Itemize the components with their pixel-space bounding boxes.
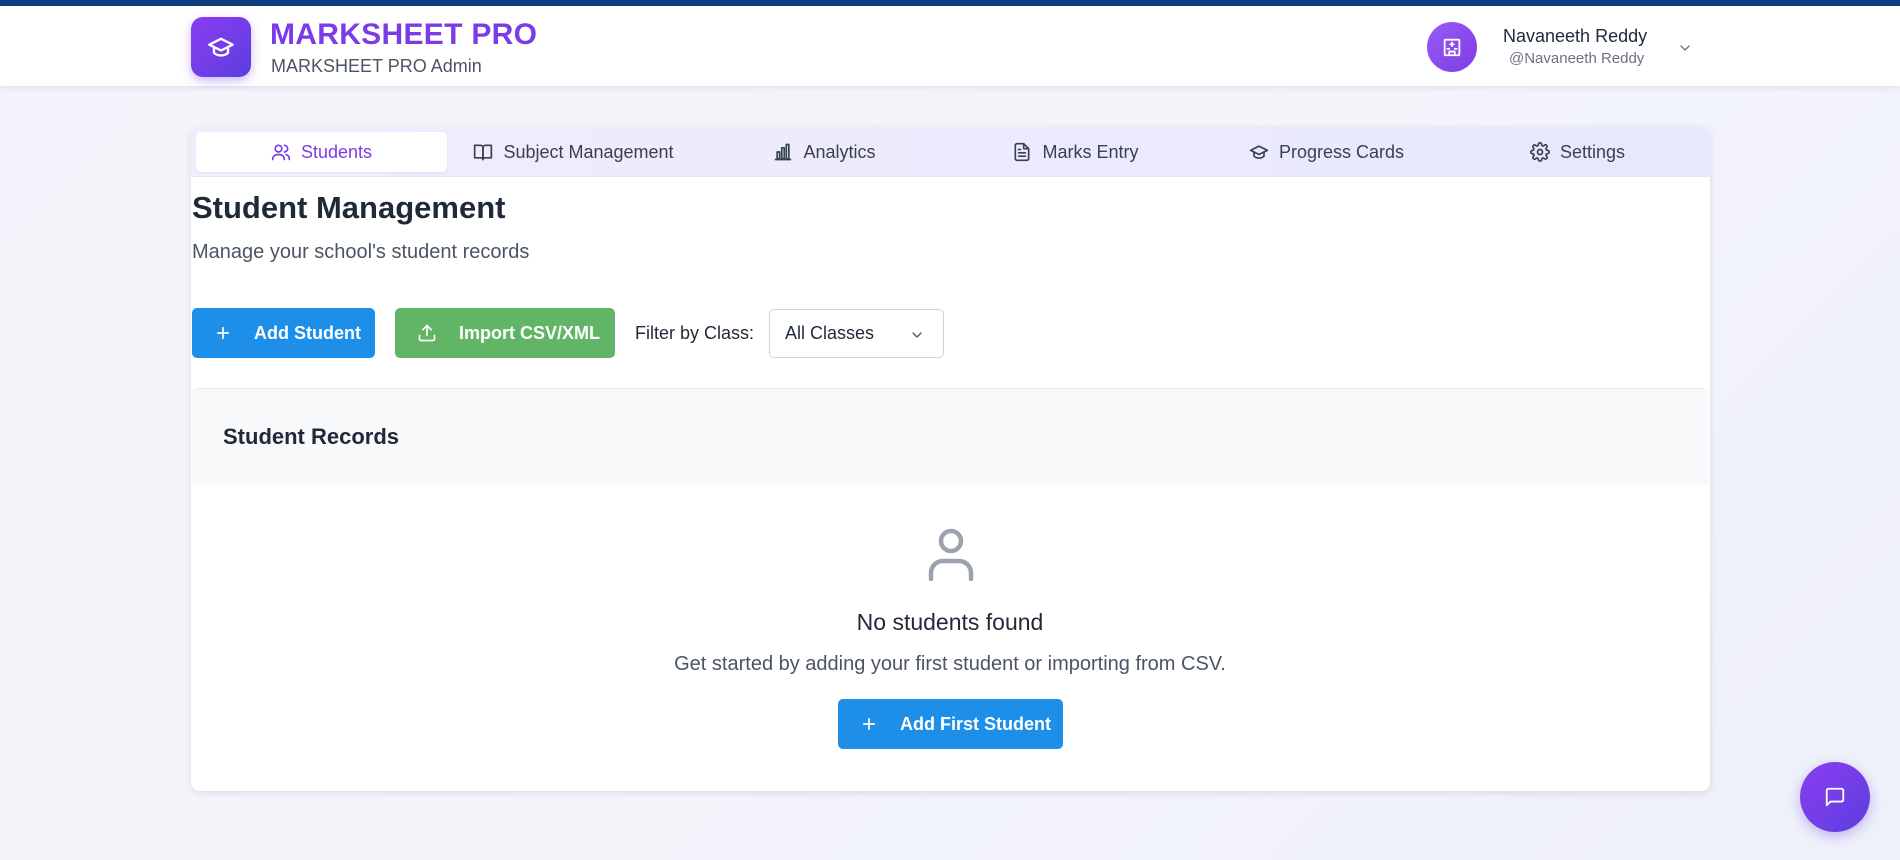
page-title: Student Management (192, 190, 506, 225)
page-subtitle: Manage your school's student records (192, 241, 530, 263)
records-title: Student Records (223, 424, 400, 449)
records-header (192, 389, 1709, 485)
chat-icon (1825, 787, 1845, 807)
chevron-down-icon (909, 327, 925, 343)
book-open-icon (474, 144, 493, 161)
plus-icon (216, 326, 230, 340)
tab-label: Subject Management (503, 141, 674, 162)
user-handle: @Navaneeth Reddy (1509, 50, 1645, 67)
gear-icon (1530, 142, 1550, 162)
bar-chart-icon (775, 143, 792, 161)
add-student-button[interactable]: Add Student (192, 308, 375, 358)
brand-subtitle: MARKSHEET PRO Admin (271, 56, 482, 76)
avatar[interactable] (1427, 22, 1477, 72)
add-first-student-label: Add First Student (900, 713, 1051, 734)
app-logo[interactable] (191, 17, 251, 77)
tab-marks-entry[interactable]: Marks Entry (950, 132, 1201, 172)
tab-label: Analytics (803, 141, 876, 162)
add-first-student-button[interactable]: Add First Student (838, 699, 1063, 749)
chat-button[interactable] (1800, 762, 1870, 832)
tab-settings[interactable]: Settings (1452, 132, 1703, 172)
graduation-cap-icon (1249, 145, 1269, 159)
plus-icon (862, 717, 876, 731)
tab-analytics[interactable]: Analytics (699, 132, 950, 172)
import-csv-button[interactable]: Import CSV/XML (395, 308, 615, 358)
chevron-down-icon (1680, 45, 1690, 51)
class-filter-value: All Classes (785, 323, 875, 343)
import-csv-label: Import CSV/XML (459, 322, 601, 343)
tab-bar: Students Subject Management Analytics Ma… (191, 127, 1710, 177)
upload-icon (418, 324, 436, 342)
tab-students[interactable]: Students (196, 132, 447, 172)
add-student-label: Add Student (254, 322, 361, 343)
filter-label: Filter by Class: (635, 323, 755, 343)
tab-label: Settings (1559, 141, 1626, 162)
empty-state-title: No students found (856, 609, 1044, 635)
user-name[interactable]: Navaneeth Reddy (1503, 26, 1647, 47)
class-filter-select[interactable]: All Classes (769, 309, 944, 358)
empty-state-subtitle: Get started by adding your first student… (674, 653, 1226, 675)
app-header: MARKSHEET PRO MARKSHEET PRO Admin Navane… (0, 6, 1900, 86)
tab-progress-cards[interactable]: Progress Cards (1201, 132, 1452, 172)
school-building-icon (1443, 38, 1461, 57)
tab-label: Marks Entry (1042, 141, 1139, 162)
user-icon (925, 527, 977, 581)
graduation-cap-icon (208, 37, 234, 57)
user-menu-toggle[interactable] (1677, 40, 1693, 56)
file-text-icon (1014, 142, 1030, 162)
tab-label: Progress Cards (1278, 141, 1405, 162)
users-icon (271, 144, 291, 161)
brand-title: MARKSHEET PRO (270, 18, 538, 51)
tab-label: Students (300, 141, 373, 162)
tab-subject-management[interactable]: Subject Management (448, 132, 699, 172)
